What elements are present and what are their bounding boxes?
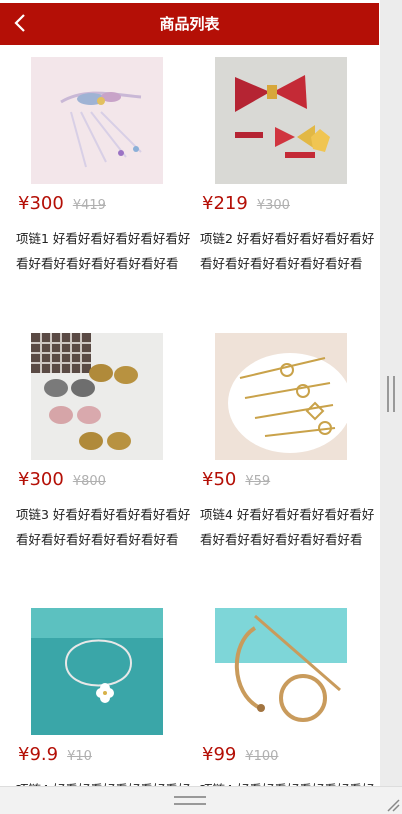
product-image[interactable] — [215, 333, 347, 460]
price-row: ¥300 ¥800 — [18, 469, 106, 495]
vertical-scrollbar[interactable] — [380, 0, 402, 786]
top-bar: 商品列表 — [0, 3, 379, 45]
product-description: 项链2 好看好看好看好看好看好看好看好看好看好看好看好看 — [200, 231, 375, 271]
product-description: 项链4 好看好看好看好看好看好看好看好看好看好看好看好看 — [200, 777, 375, 786]
app-frame: 商品列表 ¥300 ¥419 项链1 好看好看好看好看好看好看好看好看好看好看好看… — [0, 0, 380, 786]
product-description: 项链3 好看好看好看好看好看好看好看好看好看好看好看好看 — [16, 507, 191, 547]
page-title: 商品列表 — [159, 15, 220, 33]
product-image[interactable] — [215, 57, 347, 184]
original-price: ¥59 — [245, 474, 271, 489]
product-description: 项链4 好看好看好看好看好看好看好看好看好看好看好看好看 — [200, 507, 375, 547]
sale-price: ¥300 — [18, 469, 64, 490]
price-row: ¥300 ¥419 — [18, 193, 106, 219]
product-image[interactable] — [31, 57, 163, 184]
original-price: ¥300 — [256, 198, 290, 213]
product-image[interactable] — [215, 608, 347, 735]
product-description: 项链4 好看好看好看好看好看好看好看好看好看好看好看好看 — [16, 777, 191, 786]
original-price: ¥10 — [67, 749, 92, 764]
original-price: ¥419 — [72, 198, 106, 213]
sale-price: ¥219 — [202, 193, 248, 214]
original-price: ¥100 — [245, 749, 279, 764]
sale-price: ¥50 — [202, 469, 237, 490]
resize-corner-icon[interactable] — [384, 796, 400, 812]
price-row: ¥50 ¥59 — [202, 469, 270, 495]
bottom-resize-bar — [0, 786, 402, 814]
product-image[interactable] — [31, 333, 163, 460]
sale-price: ¥99 — [202, 744, 237, 765]
scroll-thumb[interactable] — [387, 376, 395, 412]
sale-price: ¥300 — [18, 193, 64, 214]
original-price: ¥800 — [72, 474, 106, 489]
price-row: ¥9.9 ¥10 — [18, 744, 92, 770]
drag-handle-icon[interactable] — [174, 796, 206, 805]
product-description: 项链1 好看好看好看好看好看好看好看好看好看好看好看好看 — [16, 231, 191, 271]
price-row: ¥219 ¥300 — [202, 193, 290, 219]
price-row: ¥99 ¥100 — [202, 744, 278, 770]
product-image[interactable] — [31, 608, 163, 735]
sale-price: ¥9.9 — [18, 744, 59, 765]
